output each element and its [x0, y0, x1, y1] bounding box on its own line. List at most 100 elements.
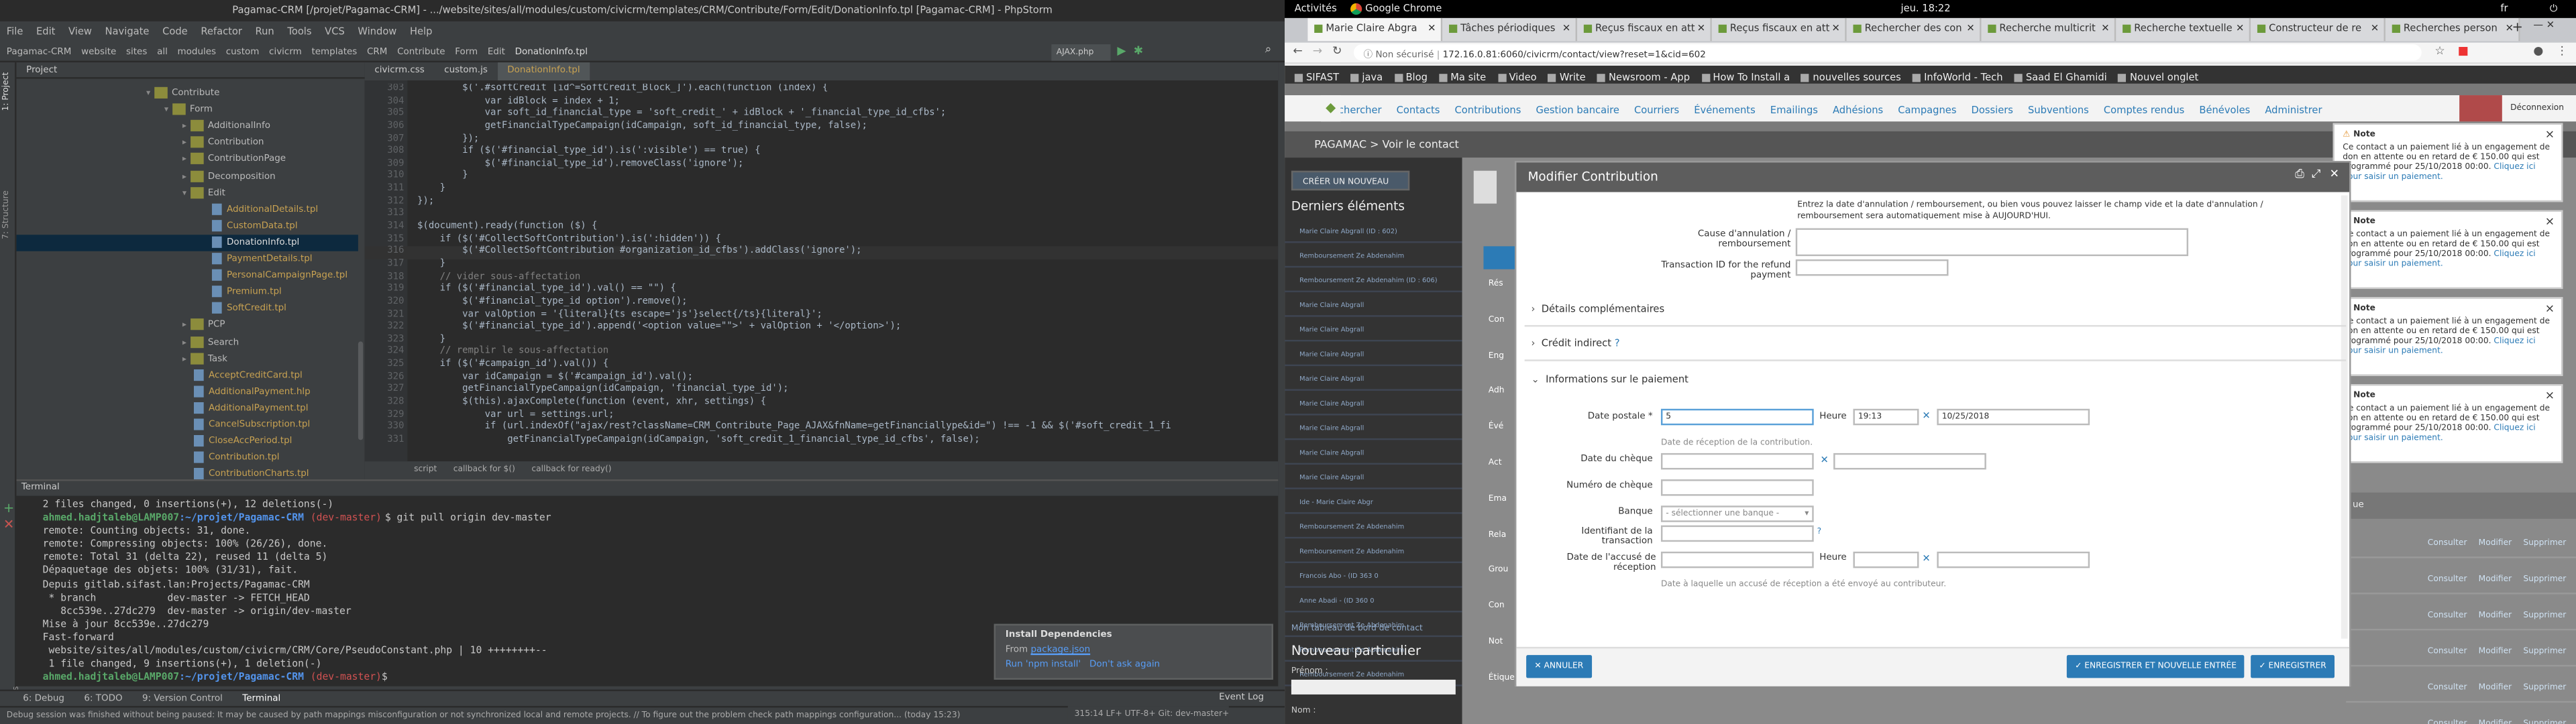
run-config-dropdown[interactable]: AJAX.php: [1051, 44, 1111, 61]
note-close-icon[interactable]: ×: [2545, 302, 2555, 316]
code-area[interactable]: 303 $('.#softCredit [id^=SoftCredit_Bloc…: [364, 84, 1279, 461]
date-input[interactable]: 10/25/2018: [1937, 408, 2090, 426]
browser-tab[interactable]: Reçus fiscaux en att ✕: [1577, 17, 1712, 42]
tab-close-icon[interactable]: ✕: [2236, 23, 2244, 34]
recent-item[interactable]: Marie Claire Abgrall: [1285, 440, 1462, 465]
civicrm-nav-item[interactable]: Adhésions: [1833, 99, 1883, 121]
npm-install-link[interactable]: Run 'npm install': [1006, 660, 1081, 670]
bookmark-item[interactable]: Blog: [1394, 69, 1428, 84]
status-right[interactable]: 315:14 LF+ UTF-8+ Git: dev-master+: [1067, 706, 1230, 724]
tree-item[interactable]: ▸ Task: [16, 351, 358, 367]
row-action-link[interactable]: Consulter: [2428, 719, 2467, 724]
recent-item[interactable]: Ide - Marie Claire Abgr: [1285, 489, 1462, 514]
clear-cheque-date-icon[interactable]: ✕: [1820, 455, 1828, 466]
row-action-link[interactable]: Modifier: [2479, 683, 2512, 693]
chevron-right-icon[interactable]: ▸: [182, 155, 186, 165]
breadcrumb-item[interactable]: templates: [311, 48, 357, 58]
package-json-link[interactable]: package.json: [1030, 645, 1090, 655]
row-action-link[interactable]: Consulter: [2428, 575, 2467, 585]
power-icon[interactable]: ⏻: [2550, 0, 2558, 18]
address-bar[interactable]: ⓘ Non sécurisé | 172.16.0.81:6060/civicr…: [1353, 44, 2422, 61]
civicrm-nav-item[interactable]: Campagnes: [1898, 99, 1956, 121]
tab-close-icon[interactable]: ✕: [1428, 23, 1436, 34]
recent-item[interactable]: Remboursement Ze Abdenahim: [1285, 243, 1462, 268]
app-menu[interactable]: Google Chrome: [1350, 0, 1442, 18]
tree-item[interactable]: Contribution.tpl: [16, 450, 358, 466]
breadcrumb-item[interactable]: DonationInfo.tpl: [515, 48, 588, 58]
ack-time-input[interactable]: [1853, 551, 1919, 568]
cancel-reason-input[interactable]: [1795, 228, 2189, 257]
first-name-input[interactable]: [1291, 679, 1456, 695]
chevron-down-icon[interactable]: ▾: [164, 105, 168, 115]
note-close-icon[interactable]: ×: [2545, 215, 2555, 229]
search-everywhere-icon[interactable]: ⌕: [1265, 43, 1272, 58]
chevron-right-icon[interactable]: ▸: [182, 354, 186, 364]
contact-tab[interactable]: Rela: [1489, 530, 1506, 540]
details-section[interactable]: › Détails complémentaires: [1524, 294, 2347, 327]
browser-tab[interactable]: Rechercher des con ✕: [1846, 17, 1982, 42]
civicrm-nav-item[interactable]: Contacts: [1397, 99, 1440, 121]
row-action-link[interactable]: Consulter: [2428, 538, 2467, 548]
ack-date-2-input[interactable]: [1937, 551, 2090, 568]
bookmark-item[interactable]: Nouvel onglet: [2118, 69, 2198, 84]
tree-item[interactable]: ▾ Form: [16, 102, 358, 118]
profile-icon[interactable]: ●: [2533, 44, 2543, 58]
tree-item[interactable]: ▸ Contribution: [16, 135, 358, 152]
menu-item[interactable]: Tools: [287, 26, 311, 38]
breadcrumb-item[interactable]: website: [81, 48, 116, 58]
recent-item[interactable]: Remboursement Ze Abdenahim (ID : 606): [1285, 267, 1462, 292]
browser-tab[interactable]: Reçus fiscaux en att ✕: [1711, 17, 1847, 42]
recent-item[interactable]: Marie Claire Abgrall: [1285, 292, 1462, 317]
browser-tab[interactable]: Recherche multicrit ✕: [1981, 17, 2116, 42]
cheque-num-input[interactable]: [1660, 479, 1814, 496]
bottom-tab[interactable]: Terminal: [242, 695, 280, 705]
bottom-tab[interactable]: 6: Debug: [23, 695, 64, 705]
browser-tab[interactable]: Tâches périodiques ✕: [1442, 17, 1578, 42]
tree-item[interactable]: AdditionalDetails.tpl: [16, 201, 358, 217]
reload-icon[interactable]: ↻: [1332, 44, 1342, 58]
menu-item[interactable]: Run: [256, 26, 274, 38]
tree-item[interactable]: AcceptCreditCard.tpl: [16, 367, 358, 383]
contact-tab[interactable]: Con: [1489, 601, 1505, 611]
tab-close-icon[interactable]: ✕: [2101, 23, 2109, 34]
menu-item[interactable]: Refactor: [201, 26, 242, 38]
civicrm-nav-item[interactable]: Gestion bancaire: [1536, 99, 1619, 121]
bookmark-item[interactable]: Write: [1548, 69, 1586, 84]
clear-time-icon[interactable]: ✕: [1922, 410, 1930, 422]
civicrm-nav-item[interactable]: Bénévoles: [2199, 99, 2250, 121]
tree-item[interactable]: ▾ Edit: [16, 185, 358, 201]
bookmark-item[interactable]: Ma site: [1439, 69, 1486, 84]
civicrm-nav-item[interactable]: Courriers: [1634, 99, 1679, 121]
row-action-link[interactable]: Modifier: [2479, 611, 2512, 621]
tree-item[interactable]: ▸ AdditionalInfo: [16, 119, 358, 135]
breadcrumb-item[interactable]: Edit: [488, 48, 505, 58]
cheque-date-2-input[interactable]: [1833, 452, 1986, 470]
bookmark-item[interactable]: Video: [1497, 69, 1537, 84]
chevron-right-icon[interactable]: ▸: [182, 172, 186, 182]
browser-tab[interactable]: Marie Claire Abgra ✕: [1307, 17, 1443, 42]
contact-tab[interactable]: Rés: [1489, 279, 1503, 289]
contact-tab[interactable]: Eng: [1489, 351, 1504, 361]
clear-ack-icon[interactable]: ✕: [1922, 553, 1930, 564]
browser-tab[interactable]: Constructeur de re ✕: [2251, 17, 2385, 42]
tree-item[interactable]: CustomData.tpl: [16, 218, 358, 234]
chevron-right-icon[interactable]: ▸: [182, 321, 186, 331]
trx-id-input[interactable]: [1660, 525, 1814, 542]
civicrm-nav-item[interactable]: Administrer: [2265, 99, 2322, 121]
menu-item[interactable]: View: [68, 26, 92, 38]
menu-item[interactable]: Code: [162, 26, 188, 38]
tree-item[interactable]: ▸ Decomposition: [16, 168, 358, 184]
code-breadcrumb[interactable]: callback for $(): [453, 465, 515, 475]
civicrm-logo-icon[interactable]: ◆: [1320, 95, 1341, 122]
menu-item[interactable]: Edit: [36, 26, 55, 38]
editor-tab[interactable]: custom.js: [434, 62, 497, 80]
project-scrollbar[interactable]: [358, 341, 364, 440]
lang-indicator[interactable]: fr: [2500, 0, 2508, 18]
chrome-menu-icon[interactable]: ⋮: [2557, 44, 2568, 58]
dashboard-link[interactable]: Mon tableau de bord de contact: [1291, 624, 1423, 634]
clock[interactable]: jeu. 18:22: [1900, 0, 1950, 18]
recent-item[interactable]: Francois Abo - (ID 363 0: [1285, 563, 1462, 588]
bookmark-item[interactable]: Newsroom - App: [1597, 69, 1690, 84]
bottom-tab[interactable]: 6: TODO: [84, 695, 122, 705]
code-breadcrumb[interactable]: script: [414, 465, 437, 475]
